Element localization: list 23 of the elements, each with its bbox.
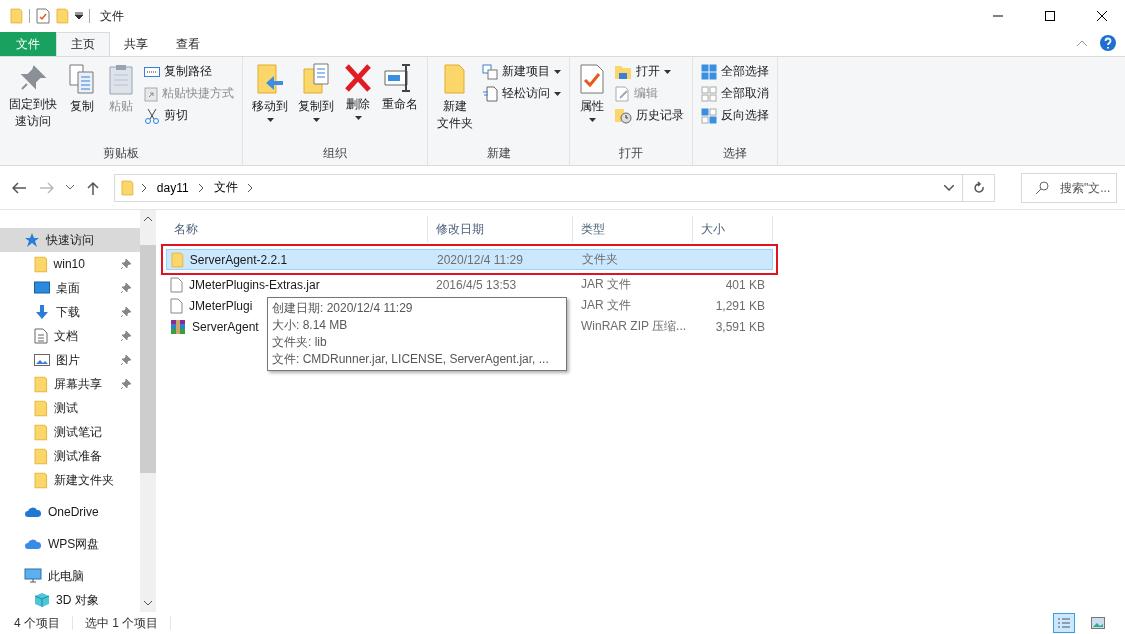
modified-date: 2016/4/5 13:53 [435,277,518,292]
group-title: 剪贴板 [102,145,140,162]
group-title: 打开 [618,145,644,162]
file-size: 1,291 KB [714,298,766,313]
tooltip-line: 创建日期: 2020/12/4 11:29 [272,300,414,317]
file-name: ServerAgent-2.2.1 [167,251,429,268]
tooltip-line: 文件: CMDRunner.jar, LICENSE, ServerAgent.jar, ... [272,351,550,368]
file-size: 3,591 KB [714,319,766,334]
file-type: 文件夹 [581,251,619,268]
file-name: JMeterPlugins-Extras.jar [166,276,428,293]
tooltip-line: 文件夹: lib [272,334,328,351]
group-title: 新建 [485,145,512,162]
tooltip-line: 大小: 8.14 MB [272,317,349,334]
file-type: WinRAR ZIP 压缩... [580,318,688,335]
file-size: 401 KB [724,277,766,292]
file-type: JAR 文件 [580,276,632,293]
group-title: 选择 [722,145,748,162]
window-title: 文件 [99,7,124,25]
group-title: 组织 [322,145,348,162]
file-type: JAR 文件 [580,297,632,314]
item-count: 4 个项目 [14,614,60,632]
selection-count: 选中 1 个项目 [85,614,159,632]
modified-date: 2020/12/4 11:29 [436,252,524,267]
